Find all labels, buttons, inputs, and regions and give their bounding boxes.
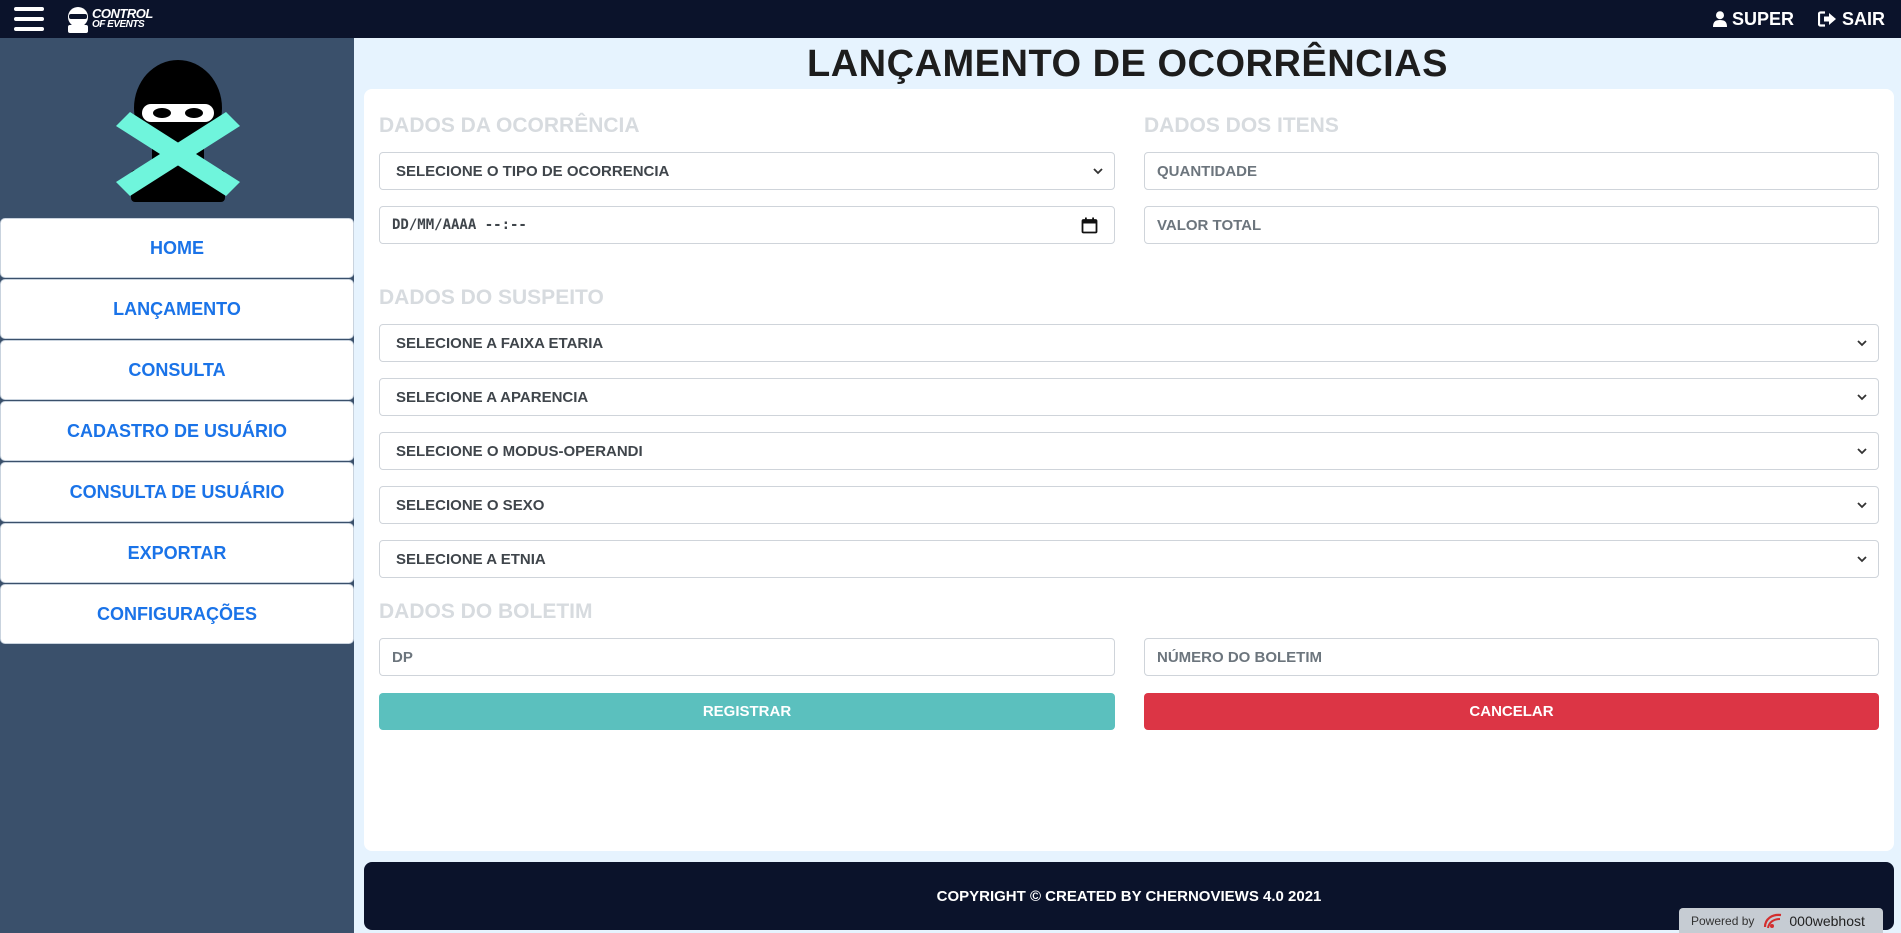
chevron-down-icon [1857, 394, 1867, 401]
logout-label: SAIR [1841, 8, 1885, 29]
sidebar-item-exportar[interactable]: EXPORTAR [0, 523, 354, 583]
brand-text: CONTROL OF EVENTS [92, 6, 153, 30]
register-button[interactable]: REGISTRAR [379, 693, 1115, 730]
sign-out-icon [1817, 11, 1836, 27]
powered-by-label: Powered by [1691, 913, 1755, 928]
chevron-down-icon [1857, 556, 1867, 563]
modus-operandi-value: SELECIONE O MODUS-OPERANDI [396, 442, 643, 460]
hamburger-menu-icon[interactable] [14, 5, 44, 33]
sidebar: HOME LANÇAMENTO CONSULTA CADASTRO DE USU… [0, 38, 354, 933]
dp-placeholder: DP [392, 648, 413, 666]
total-value-input[interactable]: VALOR TOTAL [1144, 206, 1879, 244]
dp-input[interactable]: DP [379, 638, 1115, 676]
appearance-value: SELECIONE A APARENCIA [396, 388, 589, 406]
chevron-down-icon [1857, 502, 1867, 509]
sidebar-item-consulta-usuario[interactable]: CONSULTA DE USUÁRIO [0, 462, 354, 522]
section-title-boletim: DADOS DO BOLETIM [379, 600, 593, 623]
report-number-input[interactable]: NÚMERO DO BOLETIM [1144, 638, 1879, 676]
occurrence-type-value: SELECIONE O TIPO DE OCORRENCIA [396, 162, 670, 180]
chevron-down-icon [1093, 168, 1103, 175]
sidebar-nav: HOME LANÇAMENTO CONSULTA CADASTRO DE USU… [0, 218, 354, 645]
copyright-text: COPYRIGHT © CREATED BY CHERNOVIEWS 4.0 2… [936, 887, 1322, 905]
ethnicity-value: SELECIONE A ETNIA [396, 550, 546, 568]
cancel-button[interactable]: CANCELAR [1144, 693, 1879, 730]
page-title: LANÇAMENTO DE OCORRÊNCIAS [807, 42, 1448, 85]
sidebar-item-consulta[interactable]: CONSULTA [0, 340, 354, 400]
powered-by-badge[interactable]: Powered by 000webhost [1679, 908, 1883, 933]
sidebar-item-configuracoes[interactable]: CONFIGURAÇÕES [0, 584, 354, 644]
age-range-value: SELECIONE A FAIXA ETARIA [396, 334, 604, 352]
form-card: DADOS DA OCORRÊNCIA DADOS DOS ITENS SELE… [364, 89, 1894, 851]
user-menu[interactable]: SUPER [1712, 8, 1794, 30]
section-title-itens: DADOS DOS ITENS [1144, 114, 1339, 137]
report-number-placeholder: NÚMERO DO BOLETIM [1157, 648, 1322, 666]
ethnicity-select[interactable]: SELECIONE A ETNIA [379, 540, 1879, 578]
appearance-select[interactable]: SELECIONE A APARENCIA [379, 378, 1879, 416]
section-title-ocorrencia: DADOS DA OCORRÊNCIA [379, 114, 640, 137]
quantity-placeholder: QUANTIDADE [1157, 162, 1257, 180]
modus-operandi-select[interactable]: SELECIONE O MODUS-OPERANDI [379, 432, 1879, 470]
chevron-down-icon [1857, 340, 1867, 347]
sex-select[interactable]: SELECIONE O SEXO [379, 486, 1879, 524]
sidebar-item-cadastro-usuario[interactable]: CADASTRO DE USUÁRIO [0, 401, 354, 461]
occurrence-type-select[interactable]: SELECIONE O TIPO DE OCORRENCIA [379, 152, 1115, 190]
webhost-name: 000webhost [1789, 912, 1865, 929]
sex-value: SELECIONE O SEXO [396, 496, 545, 514]
brand-logo[interactable]: CONTROL OF EVENTS [66, 3, 156, 35]
thief-logo-icon [116, 60, 240, 202]
calendar-icon[interactable] [1081, 217, 1098, 234]
logout-button[interactable]: SAIR [1817, 8, 1885, 30]
thief-mask-icon [68, 7, 88, 33]
top-bar: CONTROL OF EVENTS SUPER SAIR [0, 0, 1901, 38]
date-time-input[interactable]: DD/MM/AAAA --:-- [379, 206, 1115, 244]
chevron-down-icon [1857, 448, 1867, 455]
brand-line-2: OF EVENTS [92, 19, 145, 30]
brand-line-1: CONTROL [92, 6, 153, 21]
date-time-placeholder: DD/MM/AAAA --:-- [392, 217, 527, 233]
section-title-suspeito: DADOS DO SUSPEITO [379, 286, 604, 309]
footer: COPYRIGHT © CREATED BY CHERNOVIEWS 4.0 2… [364, 862, 1894, 930]
user-name: SUPER [1731, 8, 1794, 29]
age-range-select[interactable]: SELECIONE A FAIXA ETARIA [379, 324, 1879, 362]
quantity-input[interactable]: QUANTIDADE [1144, 152, 1879, 190]
webhost-logo-icon [1764, 913, 1782, 928]
sidebar-item-home[interactable]: HOME [0, 218, 354, 278]
user-icon [1712, 11, 1727, 27]
sidebar-item-lancamento[interactable]: LANÇAMENTO [0, 279, 354, 339]
top-right-actions: SUPER SAIR [1712, 0, 1885, 38]
total-value-placeholder: VALOR TOTAL [1157, 216, 1262, 234]
